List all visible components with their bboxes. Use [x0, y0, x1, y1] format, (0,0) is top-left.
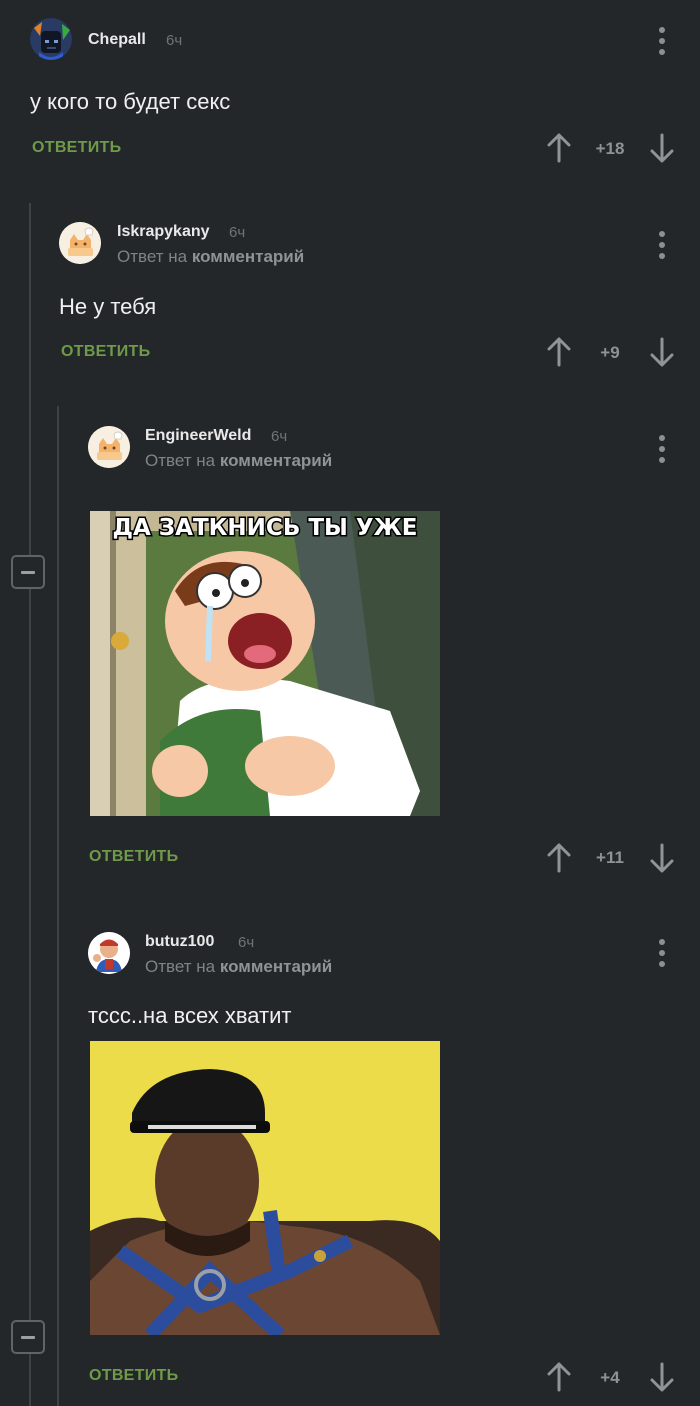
reply-button[interactable]: ОТВЕТИТЬ — [89, 848, 178, 866]
upvote-arrow-icon[interactable] — [547, 337, 571, 367]
reply-target-link[interactable]: комментарий — [220, 451, 332, 470]
dark-character-avatar-icon — [30, 18, 72, 60]
more-options-icon[interactable] — [658, 27, 666, 55]
reply-prefix: Ответ на — [145, 451, 216, 470]
reply-target-link[interactable]: комментарий — [192, 247, 304, 266]
downvote-arrow-icon[interactable] — [650, 337, 674, 367]
score: +11 — [596, 848, 624, 867]
username[interactable]: butuz100 — [145, 933, 214, 951]
upvote-arrow-icon[interactable] — [547, 133, 571, 163]
reply-to-meta: Ответ на комментарий — [117, 247, 304, 267]
username[interactable]: EngineerWeld — [145, 427, 251, 445]
comment-image[interactable] — [90, 1041, 440, 1335]
downvote-arrow-icon[interactable] — [650, 843, 674, 873]
reply-to-meta: Ответ на комментарий — [145, 451, 332, 471]
upvote-arrow-icon[interactable] — [547, 843, 571, 873]
timestamp: 6ч — [271, 428, 288, 445]
more-options-icon[interactable] — [658, 435, 666, 463]
timestamp: 6ч — [229, 224, 246, 241]
reply-button[interactable]: ОТВЕТИТЬ — [32, 139, 121, 157]
cat-default-avatar-icon — [59, 222, 101, 264]
thread-line-level-1 — [29, 203, 31, 1406]
upvote-arrow-icon[interactable] — [547, 1362, 571, 1392]
username[interactable]: Iskrapykany — [117, 223, 210, 241]
comment-text: Не у тебя — [59, 294, 157, 319]
downvote-arrow-icon[interactable] — [650, 1362, 674, 1392]
comment-text: у кого то будет секс — [30, 89, 231, 114]
minus-icon — [21, 570, 35, 574]
reply-target-link[interactable]: комментарий — [220, 957, 332, 976]
image-caption: ДА ЗАТКНИСЬ ТЫ УЖЕ — [113, 515, 418, 541]
worker-cartoon-avatar-icon — [88, 932, 130, 974]
timestamp: 6ч — [238, 934, 255, 951]
thread-line-level-2 — [57, 406, 59, 1406]
avatar[interactable] — [88, 426, 130, 468]
reply-prefix: Ответ на — [145, 957, 216, 976]
reply-button[interactable]: ОТВЕТИТЬ — [61, 343, 150, 361]
username[interactable]: Chepall — [88, 31, 146, 49]
score: +9 — [600, 343, 620, 362]
timestamp: 6ч — [166, 32, 183, 49]
avatar[interactable] — [59, 222, 101, 264]
photo-image — [90, 1041, 440, 1335]
reply-prefix: Ответ на — [117, 247, 188, 266]
collapse-thread-button[interactable] — [11, 1320, 45, 1354]
score: +4 — [600, 1368, 620, 1387]
comment-image[interactable]: ДА ЗАТКНИСЬ ТЫ УЖЕ — [90, 511, 440, 816]
reply-button[interactable]: ОТВЕТИТЬ — [89, 1367, 178, 1385]
cartoon-meme-image: ДА ЗАТКНИСЬ ТЫ УЖЕ — [90, 511, 440, 816]
more-options-icon[interactable] — [658, 231, 666, 259]
reply-to-meta: Ответ на комментарий — [145, 957, 332, 977]
minus-icon — [21, 1335, 35, 1339]
cat-default-avatar-icon — [88, 426, 130, 468]
downvote-arrow-icon[interactable] — [650, 133, 674, 163]
avatar[interactable] — [30, 18, 72, 60]
score: +18 — [595, 139, 625, 158]
comment-text: тссс..на всех хватит — [88, 1003, 292, 1028]
more-options-icon[interactable] — [658, 939, 666, 967]
collapse-thread-button[interactable] — [11, 555, 45, 589]
avatar[interactable] — [88, 932, 130, 974]
